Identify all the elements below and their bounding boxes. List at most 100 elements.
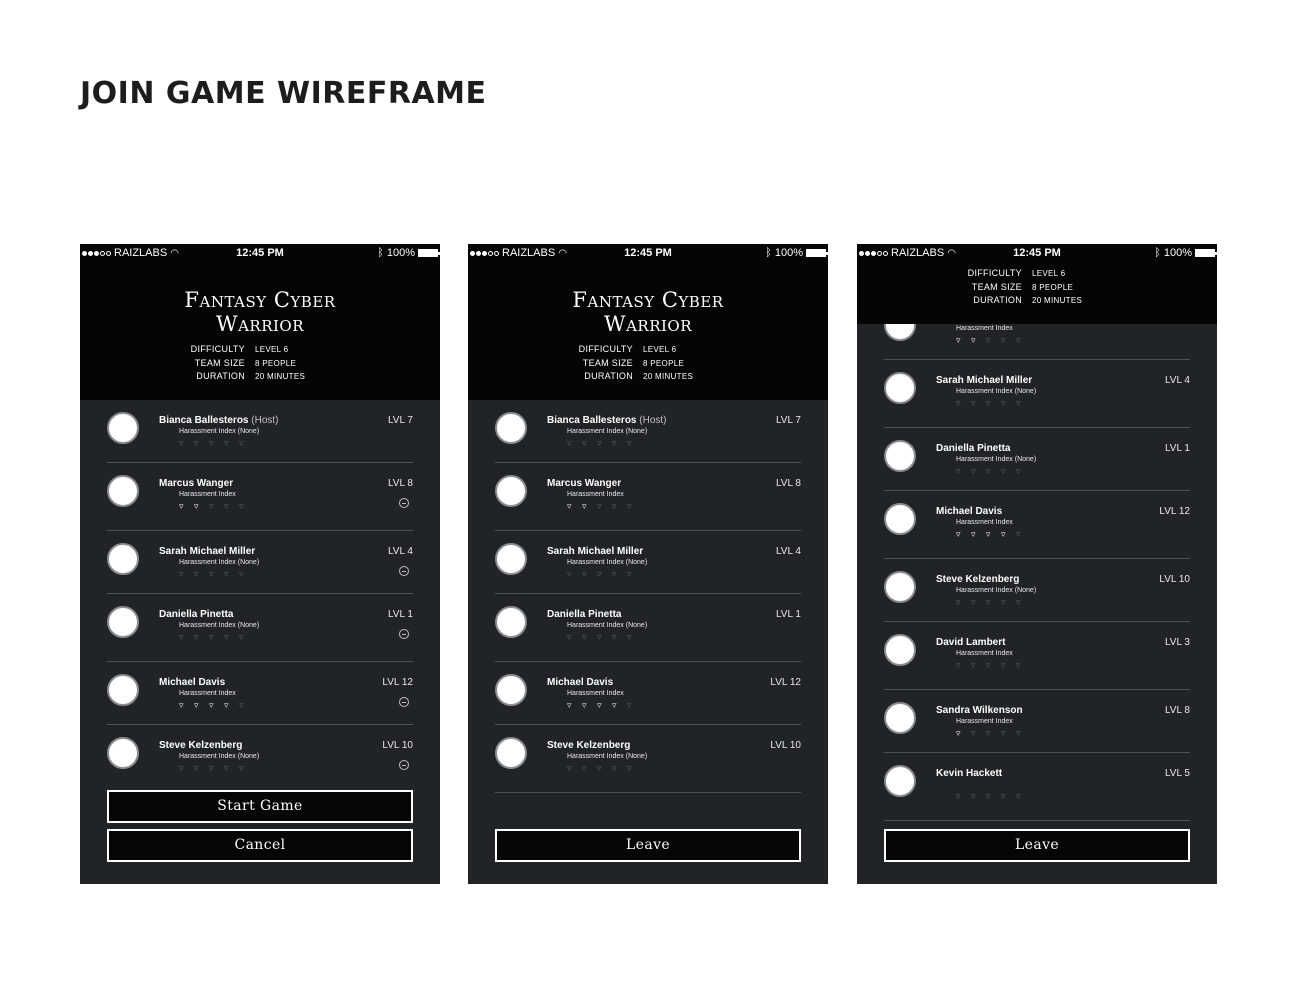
status-bar: RAIZLABS ◠ 12:45 PM ᛒ 100% [857,244,1217,262]
player-row[interactable]: Bianca Ballesteros (Host) Harassment Inde… [107,400,413,463]
thumbs-down-icon: ▿ [567,569,572,579]
player-row[interactable]: David Lambert Harassment Index LVL 3 ▿ ▿ ▿ ▿ ▿ [884,622,1190,690]
avatar [495,412,527,444]
player-row[interactable]: Daniella Pinetta Harassment Index (None) L… [495,594,801,662]
cancel-button[interactable]: Cancel [107,829,413,862]
player-level: LVL 4 [1164,375,1190,386]
thumbs-down-icon: ▿ [179,569,184,579]
player-row[interactable]: Steve Kelzenberg Harassment Index (None) L… [495,725,801,793]
thumbs-down-icon: ▿ [194,763,199,773]
harassment-index-label: Harassment Index [956,325,1013,332]
thumbs-down-icon: ▿ [209,569,214,579]
player-list-scrolled[interactable]: Marcus WangerHarassment IndexLVL 8▿▿▿▿▿S… [857,324,1217,824]
thumbs-down-icon: ▿ [582,501,587,511]
thumbs-down-icon: ▿ [179,632,184,642]
player-row[interactable]: Bianca Ballesteros (Host) Harassment Inde… [495,400,801,463]
thumbs-down-icon: ▿ [582,438,587,448]
player-row[interactable]: Marcus WangerHarassment IndexLVL 8▿▿▿▿▿ [107,463,413,531]
minus-circle-icon[interactable] [399,760,409,770]
player-level: LVL 12 [382,677,413,688]
thumbs-down-icon: ▿ [1016,597,1021,607]
player-row[interactable]: Kevin Hackett LVL 5 ▿ ▿ ▿ ▿ ▿ [884,753,1190,821]
minus-circle-icon[interactable] [399,566,409,576]
thumbs-down-icon: ▿ [986,660,991,670]
thumbs-down-icon: ▿ [1001,728,1006,738]
harassment-index-label: Harassment Index [567,491,624,498]
thumbs-down-icon: ▿ [1016,529,1021,539]
harassment-rating: ▿ ▿ ▿ ▿ ▿ [179,501,249,511]
player-row[interactable]: Michael Davis Harassment Index LVL 12 ▿ ▿ ▿ ▿ ▿ [495,662,801,725]
thumbs-down-icon: ▿ [224,501,229,511]
player-level: LVL 8 [1164,705,1190,716]
thumbs-down-icon: ▿ [582,763,587,773]
player-row[interactable]: Marcus WangerHarassment IndexLVL 8▿▿▿▿▿ [884,324,1190,360]
harassment-index-label: Harassment Index (None) [567,559,648,566]
harassment-index-label: Harassment Index (None) [179,753,260,760]
thumbs-down-icon: ▿ [179,501,184,511]
player-row[interactable]: Daniella Pinetta Harassment Index (None) L… [884,428,1190,491]
status-bar: RAIZLABS ◠ 12:45 PM ᛒ 100% [80,244,440,262]
player-row[interactable]: Michael Davis Harassment Index LVL 12 ▿ ▿ ▿ ▿ ▿ [107,662,413,725]
player-row[interactable]: Sandra Wilkenson Harassment Index LVL 8 ▿ ▿ ▿… [884,690,1190,753]
thumbs-down-icon: ▿ [956,597,961,607]
player-row[interactable]: Sarah Michael Miller Harassment Index (No… [107,531,413,594]
thumbs-down-icon: ▿ [986,335,991,345]
minus-circle-icon[interactable] [399,697,409,707]
player-row[interactable]: Sarah Michael Miller Harassment Index (No… [495,531,801,594]
thumbs-down-icon: ▿ [986,728,991,738]
harassment-index-label: Harassment Index (None) [956,456,1037,463]
thumbs-down-icon: ▿ [209,763,214,773]
thumbs-down-icon: ▿ [209,700,214,710]
thumbs-down-icon: ▿ [612,501,617,511]
thumbs-down-icon: ▿ [986,398,991,408]
thumbs-down-icon: ▿ [956,398,961,408]
host-badge: (Host) [639,415,667,426]
thumbs-down-icon: ▿ [971,466,976,476]
player-level: LVL 4 [387,546,413,557]
minus-circle-icon[interactable] [399,629,409,639]
thumbs-down-icon: ▿ [582,700,587,710]
player-name: Steve Kelzenberg [936,574,1020,585]
player-row[interactable]: Marcus WangerHarassment IndexLVL 8▿▿▿▿▿ [495,463,801,531]
thumbs-down-icon: ▿ [194,501,199,511]
thumbs-down-icon: ▿ [612,438,617,448]
thumbs-down-icon: ▿ [612,569,617,579]
harassment-index-label: Harassment Index (None) [956,388,1037,395]
minus-circle-icon[interactable] [399,498,409,508]
harassment-rating: ▿ ▿ ▿ ▿ ▿ [956,597,1026,607]
thumbs-down-icon: ▿ [209,438,214,448]
player-row[interactable]: Steve Kelzenberg Harassment Index (None) L… [884,559,1190,622]
thumbs-down-icon: ▿ [971,335,976,345]
player-name: Sandra Wilkenson [936,705,1023,716]
leave-button[interactable]: Leave [884,829,1190,862]
start-game-button[interactable]: Start Game [107,790,413,823]
harassment-rating: ▿ ▿ ▿ ▿ ▿ [956,660,1026,670]
thumbs-down-icon: ▿ [627,438,632,448]
harassment-rating: ▿ ▿ ▿ ▿ ▿ [179,700,249,710]
avatar [107,674,139,706]
player-name: Marcus Wanger [547,478,622,489]
thumbs-down-icon: ▿ [597,569,602,579]
harassment-rating: ▿ ▿ ▿ ▿ ▿ [956,335,1026,345]
avatar [884,702,916,734]
player-name: Bianca Ballesteros (Host) [159,415,279,426]
harassment-rating: ▿ ▿ ▿ ▿ ▿ [956,728,1026,738]
harassment-index-label: Harassment Index (None) [956,587,1037,594]
thumbs-down-icon: ▿ [582,632,587,642]
thumbs-down-icon: ▿ [239,763,244,773]
player-level: LVL 12 [1159,506,1190,517]
player-row[interactable]: Sarah Michael Miller Harassment Index (No… [884,360,1190,428]
player-row[interactable]: Daniella Pinetta Harassment Index (None) L… [107,594,413,662]
thumbs-down-icon: ▿ [1016,728,1021,738]
game-info: DIFFICULTY LEVEL 6 TEAM SIZE 8 PEOPLE DURA… [190,344,306,381]
thumbs-down-icon: ▿ [1016,398,1021,408]
player-row[interactable]: Michael Davis Harassment Index LVL 12 ▿ ▿ ▿ ▿ ▿ [884,491,1190,559]
thumbs-down-icon: ▿ [239,438,244,448]
harassment-rating: ▿ ▿ ▿ ▿ ▿ [179,569,249,579]
bluetooth-icon: ᛒ [377,247,384,259]
game-title: Fantasy Cyber Warrior [184,288,336,336]
leave-button[interactable]: Leave [495,829,801,862]
player-row[interactable]: Steve Kelzenberg Harassment Index (None) L… [107,725,413,793]
thumbs-down-icon: ▿ [1001,791,1006,801]
thumbs-down-icon: ▿ [612,763,617,773]
